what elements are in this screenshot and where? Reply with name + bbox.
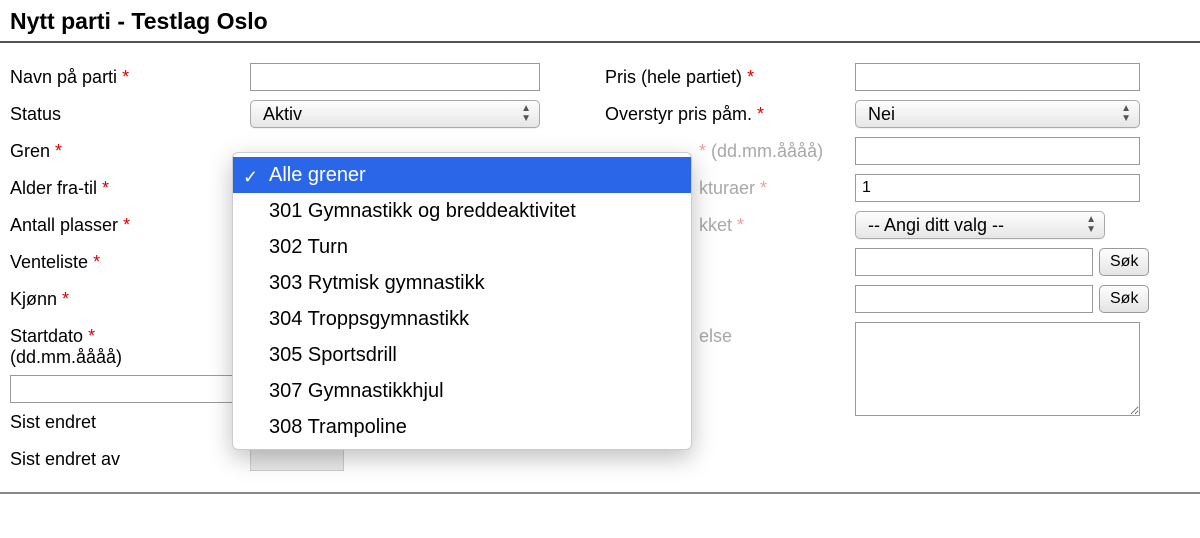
page-header: Nytt parti - Testlag Oslo [0,0,1200,43]
sluttdato-input[interactable] [855,137,1140,165]
label-sist-endret: Sist endret [10,408,250,433]
fakturaer-input[interactable] [855,174,1140,202]
beskrivelse-textarea[interactable] [855,322,1140,416]
chevron-updown-icon: ▲▼ [521,104,531,124]
gren-option[interactable]: 302 Turn [233,229,691,265]
label-gren: Gren * [10,137,250,162]
gren-option[interactable]: 305 Sportsdrill [233,337,691,373]
gren-option-label: 304 Troppsgymnastikk [269,308,469,330]
label-startdato: Startdato * (dd.mm.åååå) [10,322,250,368]
gren-option[interactable]: 304 Troppsgymnastikk [233,301,691,337]
check-icon: ✓ [243,163,258,191]
aapent-select[interactable]: -- Angi ditt valg -- ▲▼ [855,211,1105,239]
gren-option-label: 301 Gymnastikk og breddeaktivitet [269,200,576,222]
gren-option[interactable]: 307 Gymnastikkhjul [233,373,691,409]
startdato-input[interactable] [10,375,242,403]
label-kjonn: Kjønn * [10,285,250,310]
hovedtrener-input[interactable] [855,248,1093,276]
pris-input[interactable] [855,63,1140,91]
label-overstyr: Overstyr pris påm. * [605,100,855,125]
label-status: Status [10,100,250,125]
gren-dropdown[interactable]: ✓ Alle grener 301 Gymnastikk og breddeakti… [232,152,692,450]
gren-option-label: 302 Turn [269,236,348,258]
chevron-updown-icon: ▲▼ [1086,215,1096,235]
label-plasser: Antall plasser * [10,211,250,236]
gren-option-label: 303 Rytmisk gymnastikk [269,272,485,294]
hjelpetrener-sok-button[interactable]: Søk [1099,285,1149,313]
gren-option[interactable]: ✓ Alle grener [233,157,691,193]
gren-option-label: 308 Trampoline [269,416,407,438]
gren-option-label: 305 Sportsdrill [269,344,397,366]
navn-input[interactable] [250,63,540,91]
gren-option[interactable]: 303 Rytmisk gymnastikk [233,265,691,301]
hovedtrener-sok-button[interactable]: Søk [1099,248,1149,276]
label-venteliste: Venteliste * [10,248,250,273]
label-pris: Pris (hele partiet) * [605,63,855,88]
label-navn: Navn på parti * [10,63,250,88]
gren-option-label: Alle grener [269,164,366,186]
label-alder: Alder fra-til * [10,174,250,199]
gren-option[interactable]: 308 Trampoline [233,409,691,445]
status-select[interactable]: Aktiv ▲▼ [250,100,540,128]
gren-option[interactable]: 301 Gymnastikk og breddeaktivitet [233,193,691,229]
hjelpetrener-input[interactable] [855,285,1093,313]
label-sist-endret-av: Sist endret av [10,445,250,470]
overstyr-select[interactable]: Nei ▲▼ [855,100,1140,128]
gren-option-label: 307 Gymnastikkhjul [269,380,444,402]
page-title: Nytt parti - Testlag Oslo [10,8,1190,35]
chevron-updown-icon: ▲▼ [1121,104,1131,124]
